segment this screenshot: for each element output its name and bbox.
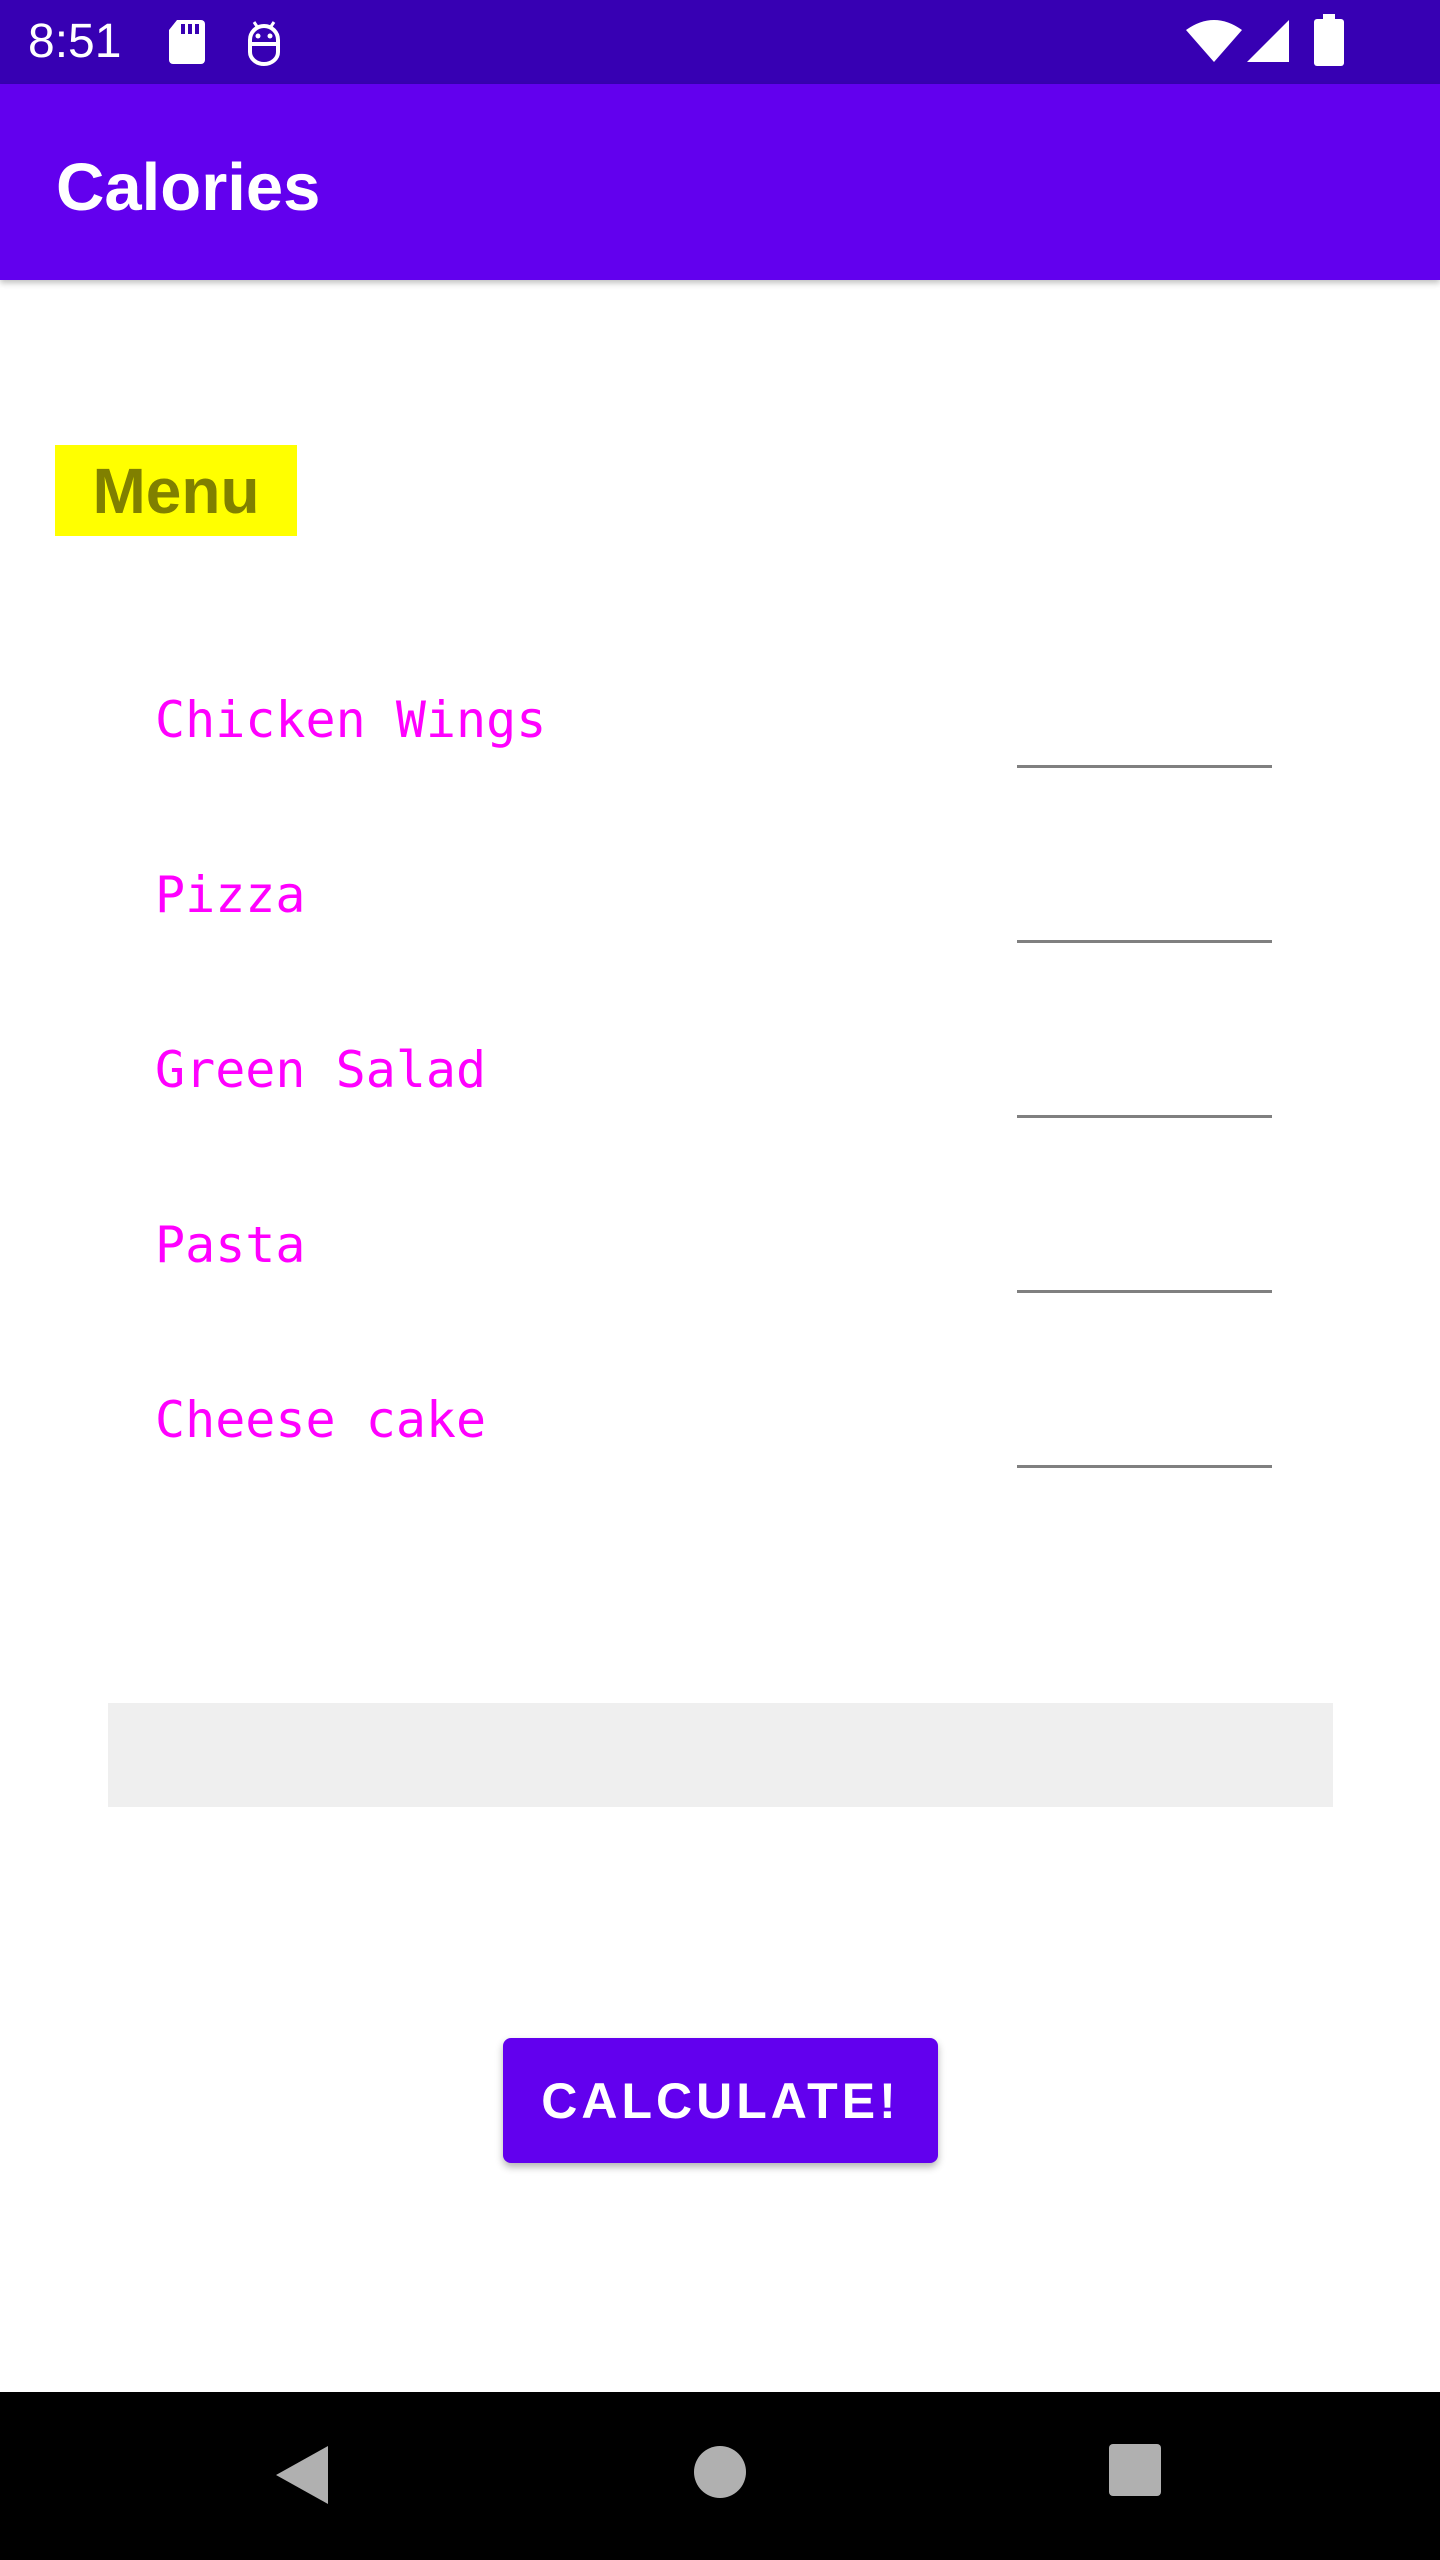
calculate-button[interactable]: CALCULATE! xyxy=(503,2038,938,2163)
chicken-wings-input[interactable] xyxy=(1017,705,1272,768)
wifi-icon xyxy=(1186,20,1242,62)
battery-icon xyxy=(1314,14,1344,66)
nav-bar xyxy=(0,2392,1440,2560)
home-icon[interactable] xyxy=(690,2442,750,2502)
recents-icon[interactable] xyxy=(1107,2442,1163,2498)
status-bar: 8:51 xyxy=(0,0,1440,84)
food-name-label: Cheese cake xyxy=(155,1391,487,1449)
menu-heading: Menu xyxy=(55,445,297,536)
cell-signal-icon xyxy=(1247,20,1289,62)
sd-card-icon xyxy=(169,20,205,64)
green-salad-input[interactable] xyxy=(1017,1055,1272,1118)
app-bar: Calories xyxy=(0,84,1440,280)
result-display xyxy=(108,1703,1333,1807)
pizza-input[interactable] xyxy=(1017,880,1272,943)
food-row-cheese-cake: Cheese cake xyxy=(0,1385,1440,1495)
food-name-label: Pasta xyxy=(155,1216,306,1274)
food-name-label: Chicken Wings xyxy=(155,691,547,749)
android-debug-icon xyxy=(248,21,280,66)
cheese-cake-input[interactable] xyxy=(1017,1405,1272,1468)
food-row-chicken-wings: Chicken Wings xyxy=(0,685,1440,795)
food-name-label: Green Salad xyxy=(155,1041,487,1099)
pasta-input[interactable] xyxy=(1017,1230,1272,1293)
food-row-pizza: Pizza xyxy=(0,860,1440,970)
food-row-pasta: Pasta xyxy=(0,1210,1440,1320)
app-title: Calories xyxy=(56,150,321,225)
food-row-green-salad: Green Salad xyxy=(0,1035,1440,1145)
food-name-label: Pizza xyxy=(155,866,306,924)
back-icon[interactable] xyxy=(270,2442,334,2508)
status-time: 8:51 xyxy=(28,15,122,68)
